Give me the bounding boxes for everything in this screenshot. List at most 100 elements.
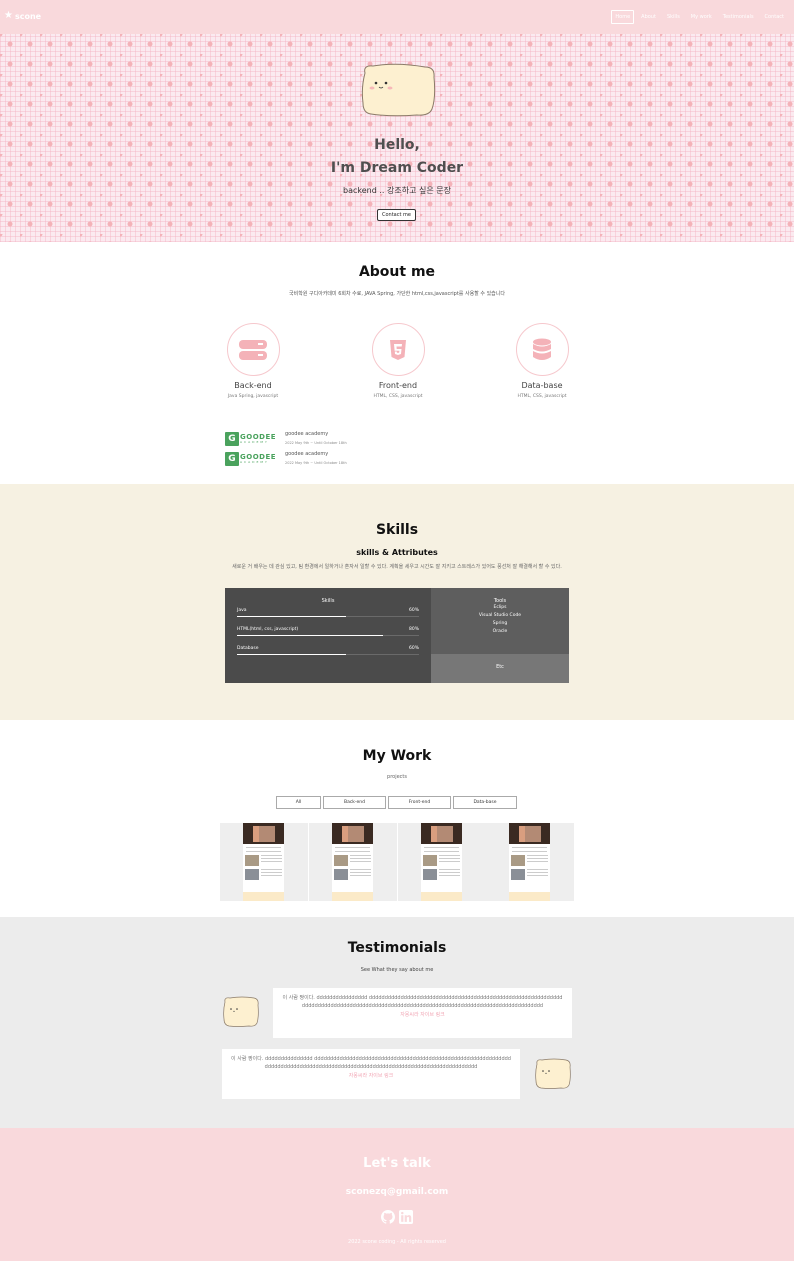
tool-item: Eclips (493, 605, 507, 610)
major-name: Back-end (234, 381, 272, 390)
major-name: Data-base (521, 381, 563, 390)
nav-item-about[interactable]: About (637, 10, 660, 24)
project-card[interactable] (220, 823, 308, 901)
navbar-logo[interactable]: ★ scone (4, 11, 41, 21)
skill-bar (237, 616, 419, 617)
github-icon[interactable] (381, 1210, 395, 1224)
nav-item-contact[interactable]: Contact (761, 10, 788, 24)
skills-title: Skills (375, 522, 419, 538)
nav-item-home[interactable]: Home (611, 10, 635, 24)
etc-box: Etc (431, 654, 569, 683)
skill-percent: 60% (408, 608, 419, 613)
job-period: 2022 May 9th ~ Until October 18th (285, 461, 347, 465)
testimonials-title: Testimonials (347, 940, 447, 956)
skill-bar (237, 654, 419, 655)
contact-title: Let's talk (363, 1156, 431, 1171)
major-database: Data-base HTML, CSS, javascript (482, 323, 602, 399)
nav-item-my-work[interactable]: My work (687, 10, 716, 24)
goodee-logo-text: GOODEE ACADEMY (240, 432, 277, 444)
major-frontend: Front-end HTML, CSS, javascript (338, 323, 458, 399)
star-icon: ★ (4, 10, 13, 21)
home-title-line2: I'm Dream Coder (330, 160, 464, 176)
job-info: goodee academy 2022 May 9th ~ Until Octo… (285, 431, 347, 445)
html5-icon (371, 323, 425, 376)
work-subtitle: projects (387, 774, 407, 780)
skill-name: Database (237, 646, 259, 651)
contact-links (381, 1210, 413, 1224)
project-card[interactable] (398, 823, 486, 901)
tool-item: Visual Studio Code (478, 613, 522, 618)
project-card[interactable] (309, 823, 397, 901)
nav-item-testimonials[interactable]: Testimonials (719, 10, 758, 24)
job-info: goodee academy 2022 May 9th ~ Until Octo… (285, 451, 347, 465)
home-section: Hello, I'm Dream Coder backend .. 강조하고 싶… (0, 34, 794, 242)
major-backend: Back-end Java Spring, javascript (193, 323, 313, 399)
skill-bar-fill (237, 654, 347, 655)
work-title: My Work (362, 748, 432, 764)
skill-item: Database 60% (237, 646, 419, 655)
about-title: About me (358, 264, 436, 280)
skills-subtitle: skills & Attributes (356, 548, 438, 557)
testimonials-subtitle: See What they say about me (360, 967, 434, 973)
about-description: 국비학원 구디아카데미 6회차 수료, JAVA Spring, 가단한 htm… (289, 291, 505, 297)
tools-box: Tools Eclips Visual Studio Code Spring O… (431, 588, 569, 654)
contact-email[interactable]: sconezq@gmail.com (0, 1187, 794, 1197)
category-button-frontend[interactable]: Front-end (388, 796, 451, 809)
testimonial-author[interactable]: 자몽씨라 자이브 링크 (273, 1011, 572, 1018)
skill-bar-fill (237, 635, 383, 636)
major-description: Java Spring, javascript (227, 394, 279, 399)
skills-description: 새로운 거 배우는 데 관심 있고, 팀 환경에서 일하거나 혼자서 일할 수 … (232, 564, 562, 570)
job-item: G GOODEE ACADEMY goodee academy 2022 May … (225, 431, 347, 446)
job-item: G GOODEE ACADEMY goodee academy 2022 May … (225, 451, 347, 466)
skill-name: Java (237, 608, 247, 613)
tool-item: Spring (492, 621, 508, 626)
category-button-backend[interactable]: Back-end (323, 796, 386, 809)
testimonial-avatar (534, 1058, 572, 1094)
project-thumbnail (421, 823, 462, 901)
project-card[interactable] (486, 823, 574, 901)
skill-percent: 60% (408, 646, 419, 651)
skillset: Skills Java 60% HTML(html, css, javascri… (225, 588, 569, 683)
goodee-logo-mark-icon: G (225, 431, 239, 446)
logo-text: scone (14, 11, 42, 21)
navbar: ★ scone Home About Skills My work Testim… (0, 0, 794, 34)
major-description: HTML, CSS, javascript (517, 394, 567, 399)
contact-me-button[interactable]: Contact me (377, 209, 416, 221)
home-description: backend .. 강조하고 싶은 문장 (343, 186, 451, 195)
job-name: goodee academy (285, 451, 329, 457)
skills-box: Skills Java 60% HTML(html, css, javascri… (225, 588, 431, 683)
testimonial-card: 이 사람 짱이다. dddddddddddddddd ddddddddddddd… (273, 988, 572, 1038)
navbar-menu: Home About Skills My work Testimonials C… (611, 10, 788, 24)
major-name: Front-end (378, 381, 418, 390)
skill-bar-fill (237, 616, 347, 617)
testimonial-quote: 이 사람 짱이다. dddddddddddddddd ddddddddddddd… (282, 995, 563, 1009)
skills-box-title: Skills (321, 598, 335, 604)
skill-bar (237, 635, 419, 636)
category-button-all[interactable]: All (276, 796, 321, 809)
skill-percent: 80% (408, 627, 419, 632)
major-description: HTML, CSS, javascript (373, 394, 423, 399)
skill-name: HTML(html, css, javascript) (237, 627, 299, 632)
testimonial-author[interactable]: 자몽씨라 자이브 링크 (222, 1072, 520, 1079)
home-title-line1: Hello, (374, 137, 420, 153)
testimonial-quote: 이 사람 짱이다. ddddddddddddddd dddddddddddddd… (231, 1056, 511, 1070)
testimonial-avatar (222, 996, 260, 1032)
home-avatar (359, 63, 438, 117)
contact-rights: 2022 scone coding - All rights reserved (348, 1239, 446, 1245)
testimonial-card: 이 사람 짱이다. ddddddddddddddd dddddddddddddd… (222, 1049, 520, 1099)
category-button-database[interactable]: Data-base (453, 796, 517, 809)
nav-item-skills[interactable]: Skills (663, 10, 684, 24)
goodee-logo-mark-icon: G (225, 451, 239, 466)
linkedin-icon[interactable] (399, 1210, 413, 1224)
skill-item: HTML(html, css, javascript) 80% (237, 627, 419, 636)
goodee-logo: G GOODEE ACADEMY (225, 431, 280, 446)
goodee-logo-text: GOODEE ACADEMY (240, 452, 277, 464)
project-thumbnail (243, 823, 284, 901)
job-period: 2022 May 9th ~ Until October 18th (285, 441, 347, 445)
skill-item: Java 60% (237, 608, 419, 617)
job-name: goodee academy (285, 431, 329, 437)
tool-item: Oracle (492, 629, 508, 634)
goodee-logo: G GOODEE ACADEMY (225, 451, 280, 466)
project-thumbnail (509, 823, 550, 901)
database-icon (515, 323, 569, 376)
